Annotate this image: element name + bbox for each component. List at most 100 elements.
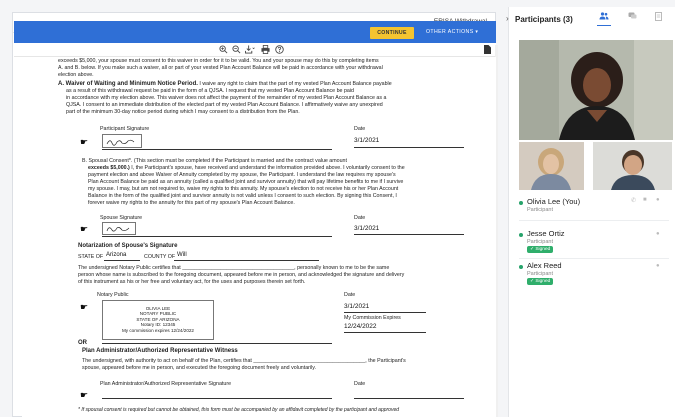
notary-heading: Notarization of Spouse's Signature [78,243,178,249]
main-video-tile[interactable] [519,40,673,140]
divider [519,258,669,259]
online-status-dot [519,265,523,269]
section-b-line: my spouse. I may, but am not required to… [88,186,399,192]
date-label: Date [354,126,366,132]
date-line [354,398,464,399]
section-b-line: payment election and above Waiver of Ann… [88,172,396,178]
chat-icon [628,12,636,19]
section-a-line: in accordance with my election above. Th… [66,95,387,101]
intro-line: A. and B. below. If you make such a waiv… [58,65,383,71]
signature-line [102,343,332,344]
zoom-out-icon[interactable] [232,45,241,57]
participant-video-tile[interactable] [593,142,672,190]
panel-title: Participants (3) [515,15,573,24]
participant-video-tile[interactable] [519,142,584,190]
state-value: Arizona [106,252,127,258]
county-label: COUNTY OF [144,254,176,260]
document-icon [654,12,662,21]
download-icon[interactable] [245,45,255,57]
witness-signature-label: Plan Administrator/Authorized Representa… [100,381,232,387]
notary-line: The undersigned Notary Public certifies … [78,265,390,271]
section-a-line: part of the minimum 30-day notice period… [66,109,300,115]
zoom-in-icon[interactable] [219,45,228,57]
participant-signature-field[interactable] [102,134,142,148]
pointer-hand-icon: ☛ [80,224,89,234]
commission-date-value: 12/24/2022 [344,323,377,330]
signed-badge: ✓ Signed [527,246,554,253]
online-status-dot [519,201,523,205]
participant-name[interactable]: Jesse Ortiz [527,229,565,238]
section-a-title: A. Waiver of Waiting and Minimum Notice … [58,81,198,87]
notary-line: person whose name is subscribed to the f… [78,272,405,278]
people-icon [599,12,609,20]
participant-name[interactable]: Olivia Lee (You) [527,197,580,206]
chevron-right-icon[interactable]: › [506,14,509,23]
participant-role: Participant [527,271,553,277]
tab-participants[interactable] [597,12,611,26]
document-page: exceeds $5,000, your spouse must consent… [22,57,496,417]
pointer-hand-icon: ☛ [80,390,89,400]
stamp-expires: My commission expires 12/24/2022 [121,327,194,333]
pointer-hand-icon: ☛ [80,137,89,147]
continue-button[interactable]: CONTINUE [370,27,414,39]
section-b-text: exceeds $5,000.) I, the Participant's sp… [88,165,405,171]
spouse-signature-field[interactable] [102,222,136,235]
spouse-date-value: 3/1/2021 [354,225,380,232]
divider [519,220,669,221]
state-label: STATE OF [78,254,104,260]
notary-line: of this instrument as his or her free an… [78,279,306,285]
notary-date-value: 3/1/2021 [344,303,370,310]
county-value: Will [177,252,187,258]
or-label: OR [78,340,87,346]
microphone-icon[interactable]: ● [656,231,660,237]
date-label: Date [344,292,356,298]
section-a-line: as a result of this withdrawal request b… [66,88,354,94]
notary-public-label: Notary Public [97,292,129,298]
intro-line: exceeds $5,000, your spouse must consent… [58,58,379,64]
signature-line [102,149,332,150]
date-line [354,147,464,148]
action-bar: CONTINUE OTHER ACTIONS ▾ [14,21,496,43]
county-line [174,260,319,261]
tab-documents[interactable] [651,12,665,26]
section-b-line: Balance in the form of the qualified joi… [88,193,397,199]
participant-role: Participant [527,239,553,245]
other-actions-menu[interactable]: OTHER ACTIONS ▾ [426,29,478,35]
section-a-text: A. Waiver of Waiting and Minimum Notice … [58,81,392,87]
pointer-hand-icon: ☛ [80,302,89,312]
help-icon[interactable] [275,45,284,57]
footnote: * If spousal consent is required but can… [78,407,400,413]
witness-heading: Plan Administrator/Authorized Representa… [82,348,238,354]
viewer-toolbar [14,43,496,57]
spouse-signature-label: Spouse Signature [100,215,143,221]
signed-badge: ✓ Signed [527,278,554,285]
phone-icon[interactable]: ✆ [631,197,636,204]
microphone-icon[interactable]: ● [656,197,660,203]
witness-line: spouse, appeared before me in person, an… [82,365,316,371]
microphone-icon[interactable]: ● [656,263,660,269]
print-icon[interactable] [261,45,270,57]
participant-role: Participant [527,207,553,213]
section-b-title: B. Spousal Consent*. (This section must … [82,158,347,164]
page-thumbnail-icon[interactable] [484,45,491,57]
participant-name[interactable]: Alex Reed [527,261,562,270]
intro-line: election above. [58,72,94,78]
date-label: Date [354,381,366,387]
section-a-line: QJSA. I consent to an immediate distribu… [66,102,383,108]
date-line [344,332,426,333]
signature-line [102,236,332,237]
witness-line: The undersigned, with authority to act o… [82,358,406,364]
participants-panel: › Participants (3) Olivia Lee (You) Part… [506,7,675,417]
online-status-dot [519,233,523,237]
signature-line [102,398,332,399]
date-line [354,234,464,235]
notary-stamp[interactable]: OLIVIA LEE NOTARY PUBLIC STATE OF ARIZON… [102,300,214,340]
participant-signature-label: Participant Signature [100,126,150,132]
tab-chat[interactable] [625,12,639,26]
commission-label: My Commission Expires [344,315,401,321]
date-label: Date [354,215,366,221]
state-line [104,260,140,261]
section-b-line: Plan Account Balance be paid as an annui… [88,179,404,185]
app-window: ERISA Withdrawal CONTINUE OTHER ACTIONS … [0,0,675,417]
video-camera-icon[interactable]: ■ [643,197,647,203]
